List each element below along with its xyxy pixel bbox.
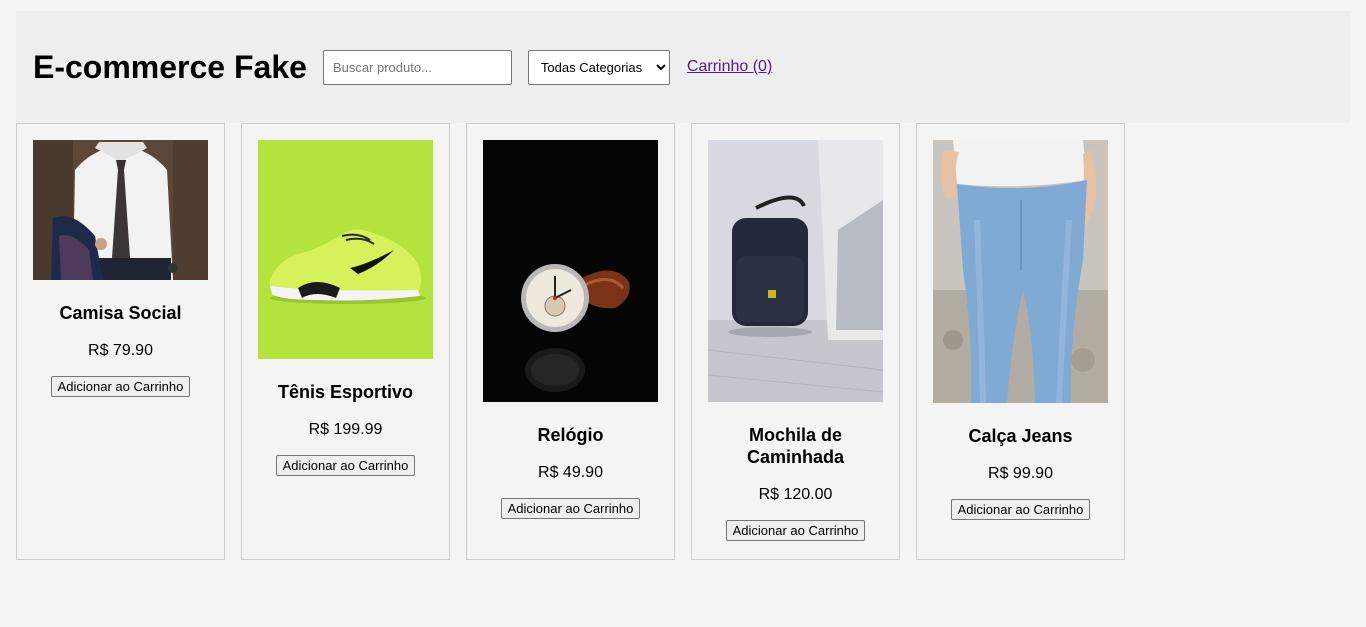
product-grid: Camisa Social R$ 79.90 Adicionar ao Carr… xyxy=(16,123,1125,560)
product-name: Calça Jeans xyxy=(968,426,1073,446)
product-image-sneaker xyxy=(258,140,433,359)
product-price: R$ 199.99 xyxy=(308,421,383,438)
product-card: Camisa Social R$ 79.90 Adicionar ao Carr… xyxy=(16,123,225,560)
product-price: R$ 49.90 xyxy=(538,464,603,481)
product-price: R$ 79.90 xyxy=(88,342,153,359)
add-to-cart-button[interactable]: Adicionar ao Carrinho xyxy=(950,499,1091,520)
product-card: Mochila de Caminhada R$ 120.00 Adicionar… xyxy=(691,123,900,560)
add-to-cart-button[interactable]: Adicionar ao Carrinho xyxy=(50,376,191,397)
product-card: Tênis Esportivo R$ 199.99 Adicionar ao C… xyxy=(241,123,450,560)
product-image-wristwatch xyxy=(483,140,658,402)
site-title: E-commerce Fake xyxy=(33,49,307,85)
product-name: Camisa Social xyxy=(59,303,182,323)
product-card: Relógio R$ 49.90 Adicionar ao Carrinho xyxy=(466,123,675,560)
product-name: Mochila de Caminhada xyxy=(746,425,845,467)
search-input[interactable] xyxy=(322,49,512,85)
product-price: R$ 99.90 xyxy=(988,465,1053,482)
product-name: Tênis Esportivo xyxy=(277,382,414,402)
add-to-cart-button[interactable]: Adicionar ao Carrinho xyxy=(725,520,866,541)
product-image-jeans xyxy=(933,140,1108,403)
add-to-cart-button[interactable]: Adicionar ao Carrinho xyxy=(275,455,416,476)
cart-link[interactable]: Carrinho (0) xyxy=(687,58,772,76)
category-select[interactable]: Todas Categorias xyxy=(527,49,670,85)
site-header: E-commerce Fake Todas Categorias Carrinh… xyxy=(16,11,1350,123)
product-card: Calça Jeans R$ 99.90 Adicionar ao Carrin… xyxy=(916,123,1125,560)
product-price: R$ 120.00 xyxy=(758,486,833,503)
product-image-backpack xyxy=(708,140,883,402)
product-name: Relógio xyxy=(537,425,604,445)
product-image-dress-shirt xyxy=(33,140,208,280)
add-to-cart-button[interactable]: Adicionar ao Carrinho xyxy=(500,498,641,519)
